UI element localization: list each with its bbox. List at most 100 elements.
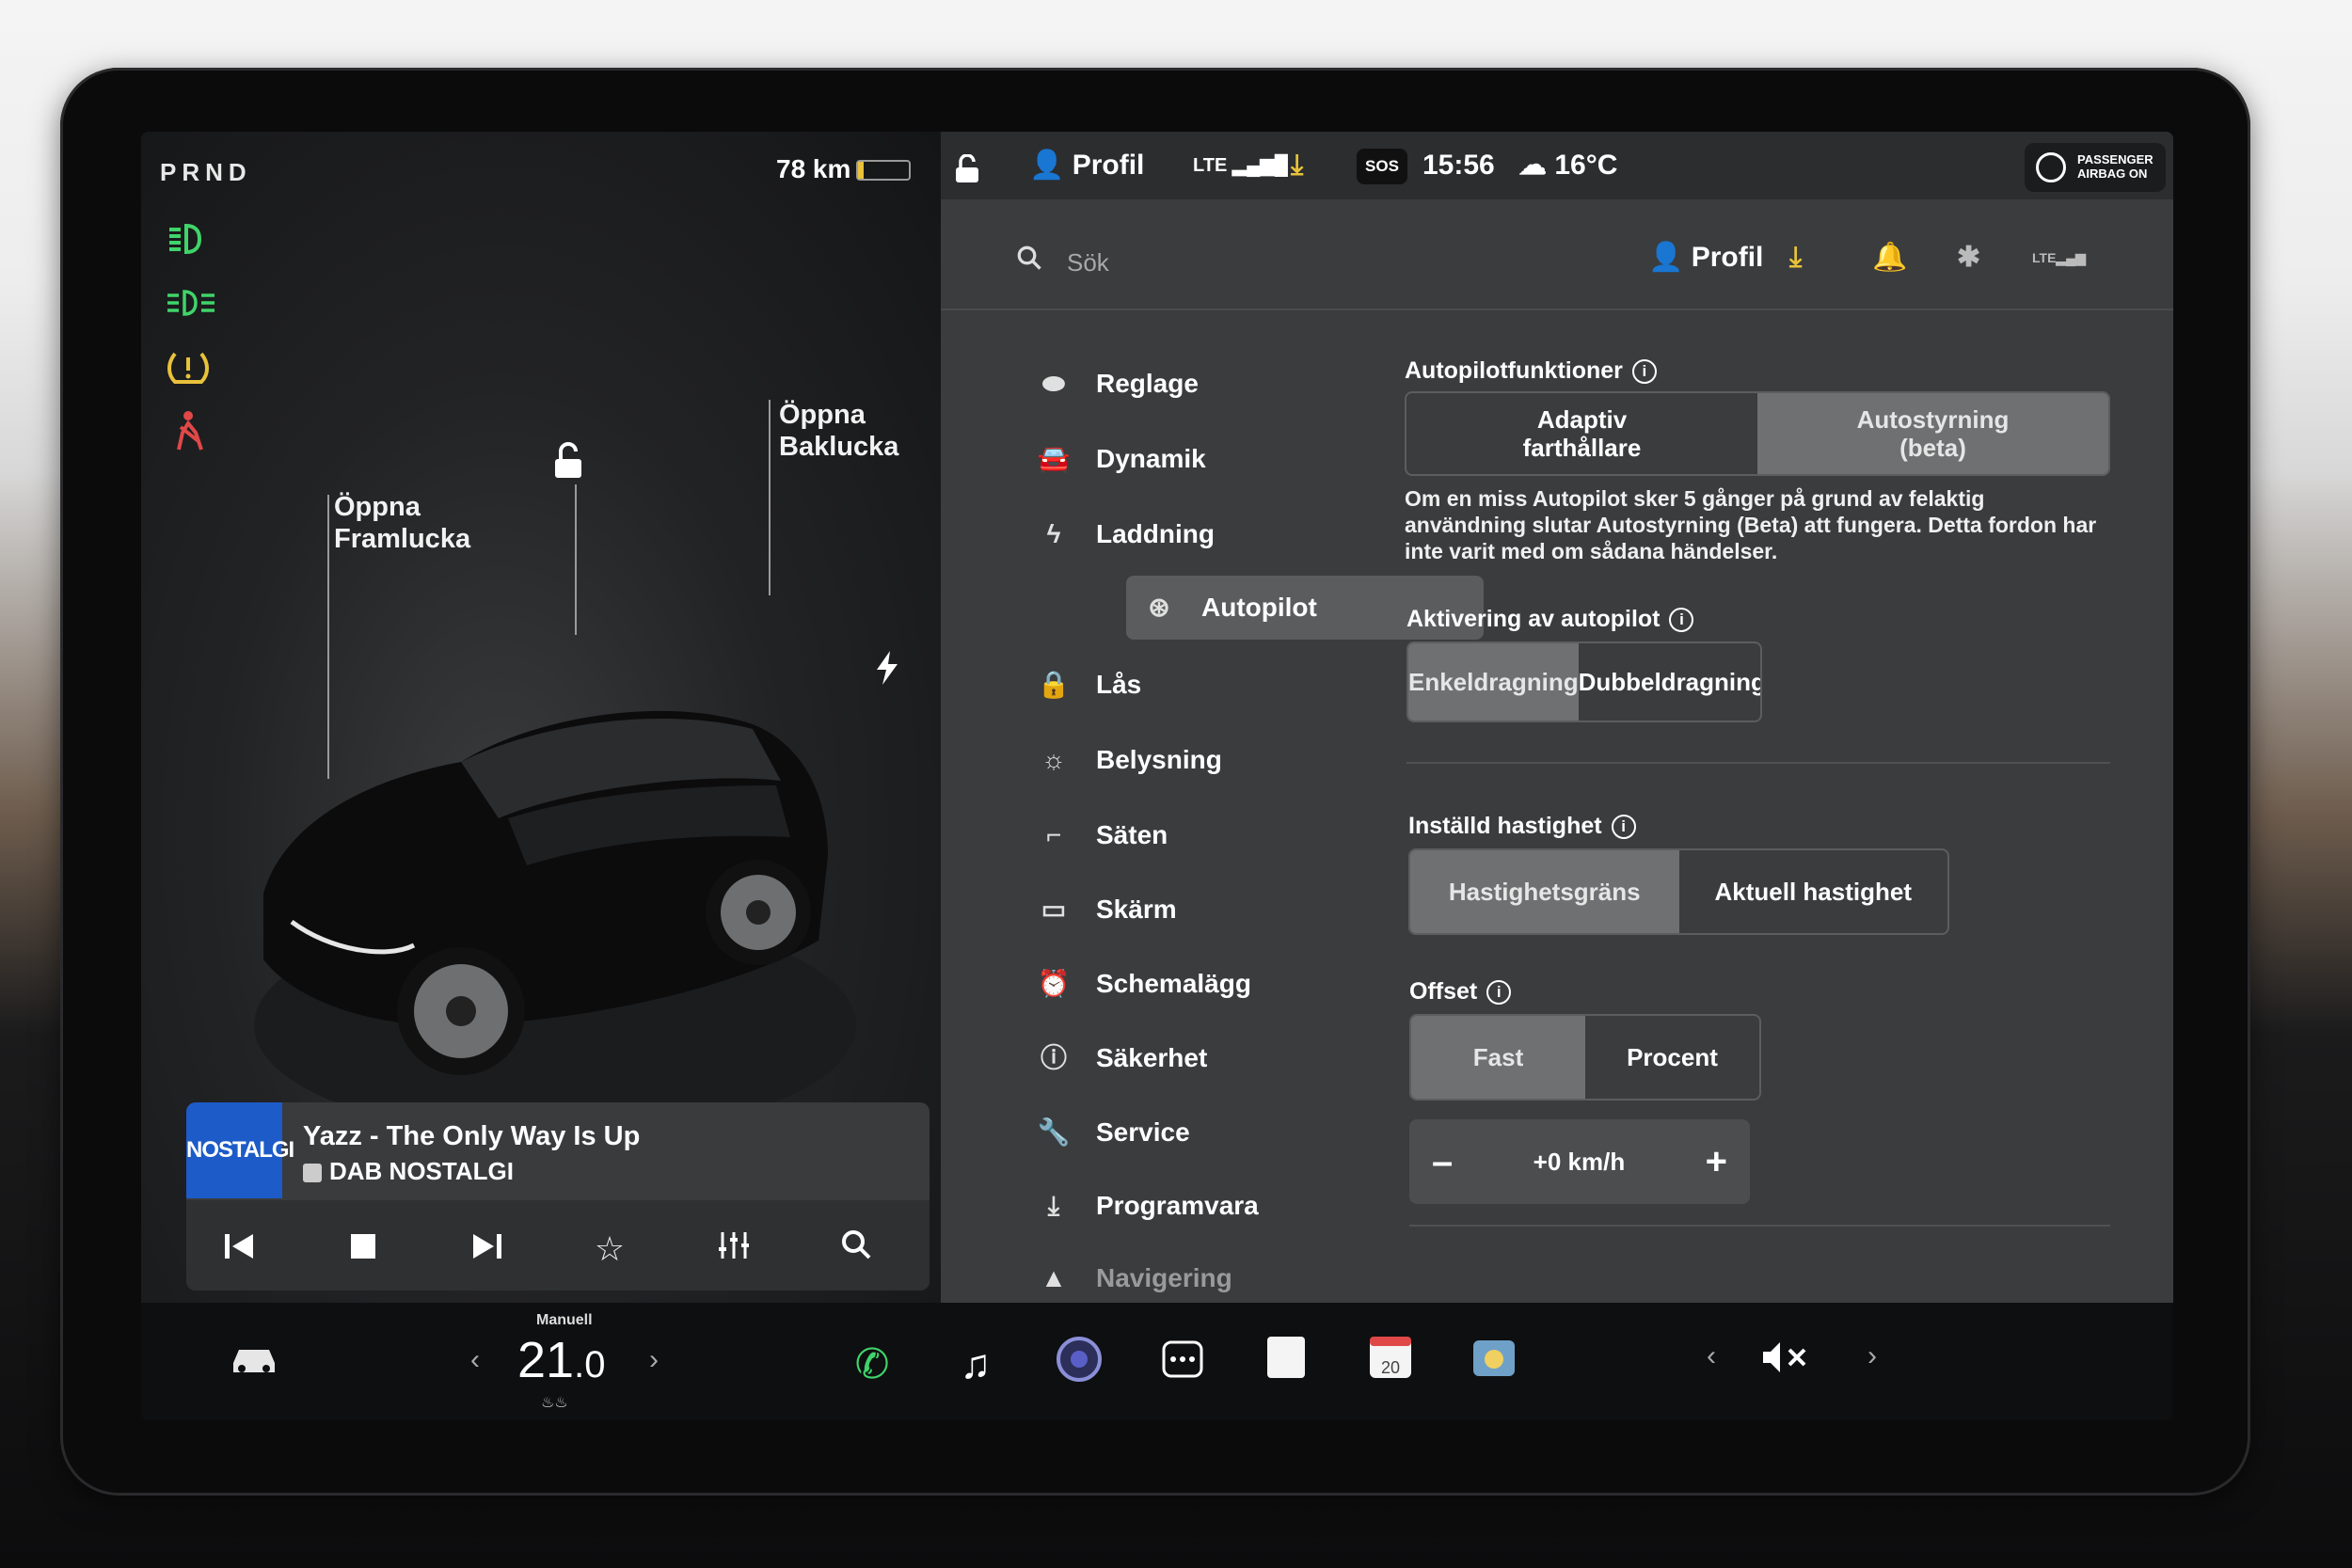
option-current-speed[interactable]: Aktuell hastighet (1679, 850, 1948, 933)
menu-item-service[interactable]: 🔧 Service (1021, 1101, 1378, 1164)
trunk-label[interactable]: Öppna Baklucka (779, 399, 920, 463)
option-label: Adaptiv farthållare (1522, 405, 1642, 462)
menu-item-las[interactable]: 🔒 Lås (1021, 653, 1378, 717)
menu-label: Schemalägg (1096, 969, 1251, 998)
camera-icon[interactable] (1049, 1335, 1109, 1395)
menu-item-saten[interactable]: ⌐ Säten (1021, 803, 1378, 867)
info-icon[interactable]: i (1486, 980, 1512, 1006)
airbag-off-icon (2036, 152, 2066, 182)
favorite-star-icon[interactable]: ☆ (581, 1223, 638, 1275)
settings-header: Sök 👤 Profil ⤓ 🔔 ✱ LTE▂▄▆ (941, 199, 2173, 310)
option-single-pull[interactable]: Enkeldragning (1408, 643, 1579, 721)
now-playing-source: DAB NOSTALGI (303, 1157, 514, 1186)
temp-decrease-chevron[interactable]: ‹ (470, 1344, 480, 1376)
volume-down-chevron[interactable]: ‹ (1707, 1340, 1716, 1372)
seatbelt-warning-icon (166, 408, 211, 453)
equalizer-icon[interactable] (706, 1223, 762, 1275)
menu-item-laddning[interactable]: ϟ Laddning (1021, 502, 1378, 566)
increase-button[interactable]: + (1706, 1141, 1727, 1183)
menu-label: Belysning (1096, 745, 1222, 774)
stop-icon[interactable] (335, 1223, 391, 1275)
option-percent[interactable]: Procent (1585, 1016, 1759, 1099)
cabin-temperature[interactable]: 21.0 (517, 1331, 605, 1389)
menu-item-sakerhet[interactable]: ⓘ Säkerhet (1021, 1026, 1378, 1090)
toggle-icon: ⬬ (1042, 369, 1065, 398)
notification-bell-icon[interactable]: 🔔 (1872, 237, 1907, 278)
section-divider (1409, 1225, 2110, 1227)
settings-search[interactable]: Sök (1016, 245, 1109, 277)
sos-button[interactable]: SOS (1357, 149, 1407, 184)
media-player: NOSTALGI Yazz - The Only Way Is Up DAB N… (186, 1102, 930, 1291)
info-icon[interactable]: i (1631, 359, 1657, 385)
radio-icon (303, 1164, 322, 1183)
bolt-icon: ϟ (1046, 519, 1061, 548)
person-icon: 👤 (1029, 150, 1065, 181)
option-autosteer-beta[interactable]: Autostyrning (beta) (1757, 393, 2108, 474)
car-icon: 🚘 (1037, 444, 1071, 473)
clock: 15:56 (1422, 150, 1495, 181)
wrench-icon: 🔧 (1037, 1117, 1071, 1147)
menu-label: Säkerhet (1096, 1043, 1208, 1072)
info-icon[interactable]: i (1611, 815, 1636, 840)
lock-status-icon[interactable] (954, 153, 982, 189)
toybox-icon[interactable] (1464, 1335, 1524, 1395)
calendar-day: 20 (1380, 1358, 1401, 1377)
trunk-label-text: Öppna Baklucka (779, 400, 899, 462)
option-fixed[interactable]: Fast (1411, 1016, 1585, 1099)
media-search-icon[interactable] (828, 1223, 884, 1275)
offset-heading: Offset i (1409, 978, 1512, 1006)
menu-label: Navigering (1096, 1263, 1232, 1292)
steering-icon: ⊛ (1148, 593, 1170, 622)
next-track-icon[interactable] (459, 1223, 516, 1275)
decrease-button[interactable]: – (1432, 1141, 1453, 1183)
nav-icon: ▲ (1041, 1263, 1067, 1292)
menu-item-belysning[interactable]: ☼ Belysning (1021, 728, 1378, 792)
option-adaptive-cruise[interactable]: Adaptiv farthållare (1406, 393, 1757, 474)
car-controls-icon[interactable] (224, 1335, 284, 1395)
battery-icon (856, 160, 911, 181)
option-double-pull[interactable]: Dubbeldragning (1579, 643, 1760, 721)
trunk-leader-line (769, 400, 771, 595)
climate-mode-label: Manuell (536, 1312, 593, 1328)
frunk-label[interactable]: Öppna Framlucka (334, 491, 475, 555)
set-speed-heading: Inställd hastighet i (1408, 813, 1636, 840)
status-bar: 👤 Profil LTE ▂▄▆█ ⤓ SOS 15:56 ☁ 16°C PAS… (941, 132, 2173, 199)
menu-label: Skärm (1096, 895, 1177, 924)
tire-pressure-icon (166, 344, 211, 389)
volume-up-chevron[interactable]: › (1867, 1340, 1877, 1372)
temp-integer: 21 (517, 1332, 575, 1388)
profile-button[interactable]: 👤 Profil (1029, 145, 1144, 186)
header-profile-button[interactable]: 👤 Profil (1648, 237, 1763, 278)
calendar-icon[interactable]: 20 (1360, 1335, 1421, 1395)
search-placeholder: Sök (1067, 248, 1109, 277)
music-icon[interactable]: ♫ (946, 1335, 1006, 1395)
menu-item-schemalagg[interactable]: ⏰ Schemalägg (1021, 952, 1378, 1016)
more-apps-icon[interactable] (1152, 1335, 1213, 1395)
info-icon[interactable]: i (1669, 608, 1694, 633)
previous-track-icon[interactable] (211, 1223, 267, 1275)
offset-stepper: – +0 km/h + (1409, 1119, 1750, 1204)
menu-item-dynamik[interactable]: 🚘 Dynamik (1021, 427, 1378, 491)
download-available-icon[interactable]: ⤓ (1291, 145, 1303, 186)
temp-increase-chevron[interactable]: › (649, 1344, 659, 1376)
option-speed-limit[interactable]: Hastighetsgräns (1410, 850, 1679, 933)
airbag-label: PASSENGER AIRBAG ON (2077, 152, 2153, 181)
muted-speaker-icon[interactable] (1759, 1338, 1812, 1381)
menu-item-reglage[interactable]: ⬬ Reglage (1021, 352, 1378, 416)
station-name: DAB NOSTALGI (329, 1157, 514, 1185)
offset-type-selector: Fast Procent (1409, 1014, 1761, 1101)
menu-label: Programvara (1096, 1191, 1259, 1220)
header-download-icon[interactable]: ⤓ (1789, 237, 1802, 278)
menu-item-navigering[interactable]: ▲ Navigering (1021, 1246, 1378, 1310)
menu-item-skarm[interactable]: ▭ Skärm (1021, 878, 1378, 942)
notes-icon[interactable] (1256, 1335, 1316, 1395)
phone-icon[interactable]: ✆ (842, 1335, 902, 1395)
unlock-icon[interactable] (551, 442, 585, 480)
seat-heater-icon[interactable]: ♨♨ (541, 1393, 568, 1412)
sun-icon: ☼ (1041, 745, 1066, 774)
bluetooth-icon[interactable]: ✱ (1957, 237, 1980, 278)
display-icon: ▭ (1041, 895, 1067, 924)
lte-label: LTE (1193, 155, 1228, 176)
menu-item-programvara[interactable]: ⤓ Programvara (1021, 1174, 1378, 1238)
vehicle-model (254, 710, 856, 1138)
